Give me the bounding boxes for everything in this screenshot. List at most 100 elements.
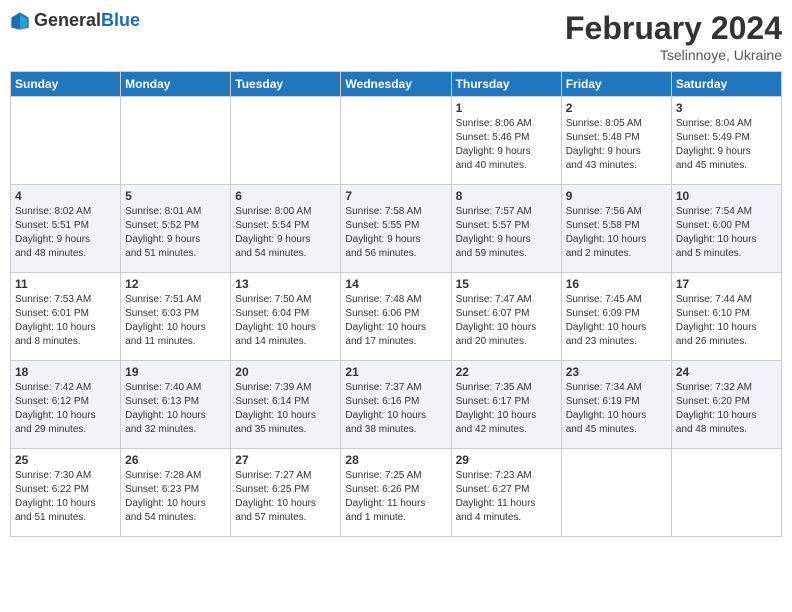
logo-blue: Blue <box>101 10 140 30</box>
header-row: Sunday Monday Tuesday Wednesday Thursday… <box>11 72 782 97</box>
week-row-1: 1 Sunrise: 8:06 AM Sunset: 5:46 PM Daylig… <box>11 97 782 185</box>
day-info: Sunrise: 8:04 AM Sunset: 5:49 PM Dayligh… <box>676 117 777 173</box>
day-number: 23 <box>566 365 667 379</box>
table-row: 8 Sunrise: 7:57 AM Sunset: 5:57 PM Daylig… <box>451 185 561 273</box>
col-saturday: Saturday <box>671 72 781 97</box>
day-number: 24 <box>676 365 777 379</box>
day-info: Sunrise: 8:06 AM Sunset: 5:46 PM Dayligh… <box>456 117 557 173</box>
logo-general: General <box>34 10 101 30</box>
day-number: 13 <box>235 277 336 291</box>
day-number: 14 <box>345 277 446 291</box>
table-row: 3 Sunrise: 8:04 AM Sunset: 5:49 PM Daylig… <box>671 97 781 185</box>
table-row <box>561 449 671 537</box>
day-info: Sunrise: 7:47 AM Sunset: 6:07 PM Dayligh… <box>456 293 557 349</box>
table-row: 29Sunrise: 7:23 AM Sunset: 6:27 PM Dayli… <box>451 449 561 537</box>
table-row: 12 Sunrise: 7:51 AM Sunset: 6:03 PM Dayli… <box>121 273 231 361</box>
table-row: 19 Sunrise: 7:40 AM Sunset: 6:13 PM Dayli… <box>121 361 231 449</box>
col-monday: Monday <box>121 72 231 97</box>
day-info: Sunrise: 8:00 AM Sunset: 5:54 PM Dayligh… <box>235 205 336 261</box>
col-friday: Friday <box>561 72 671 97</box>
day-info: Sunrise: 7:50 AM Sunset: 6:04 PM Dayligh… <box>235 293 336 349</box>
day-info: Sunrise: 7:35 AM Sunset: 6:17 PM Dayligh… <box>456 381 557 437</box>
day-number: 10 <box>676 189 777 203</box>
month-title: February 2024 <box>565 10 782 47</box>
table-row: 28 Sunrise: 7:25 AM Sunset: 6:26 PM Dayli… <box>341 449 451 537</box>
day-info: Sunrise: 7:45 AM Sunset: 6:09 PM Dayligh… <box>566 293 667 349</box>
day-info: Sunrise: 7:30 AM Sunset: 6:22 PM Dayligh… <box>15 469 116 525</box>
table-row: 11 Sunrise: 7:53 AM Sunset: 6:01 PM Dayli… <box>11 273 121 361</box>
table-row: 21Sunrise: 7:37 AM Sunset: 6:16 PM Dayli… <box>341 361 451 449</box>
day-number: 18 <box>15 365 116 379</box>
day-number: 11 <box>15 277 116 291</box>
day-number: 12 <box>125 277 226 291</box>
table-row: 17 Sunrise: 7:44 AM Sunset: 6:10 PM Dayli… <box>671 273 781 361</box>
day-number: 28 <box>345 453 446 467</box>
table-row: 22 Sunrise: 7:35 AM Sunset: 6:17 PM Dayli… <box>451 361 561 449</box>
table-row: 16 Sunrise: 7:45 AM Sunset: 6:09 PM Dayli… <box>561 273 671 361</box>
day-number: 21 <box>345 365 446 379</box>
week-row-3: 11 Sunrise: 7:53 AM Sunset: 6:01 PM Dayli… <box>11 273 782 361</box>
table-row: 2 Sunrise: 8:05 AM Sunset: 5:48 PM Daylig… <box>561 97 671 185</box>
day-number: 3 <box>676 101 777 115</box>
table-row: 15 Sunrise: 7:47 AM Sunset: 6:07 PM Dayli… <box>451 273 561 361</box>
table-row: 5Sunrise: 8:01 AM Sunset: 5:52 PM Daylig… <box>121 185 231 273</box>
day-info: Sunrise: 7:39 AM Sunset: 6:14 PM Dayligh… <box>235 381 336 437</box>
day-info: Sunrise: 7:34 AM Sunset: 6:19 PM Dayligh… <box>566 381 667 437</box>
day-number: 22 <box>456 365 557 379</box>
table-row <box>121 97 231 185</box>
col-tuesday: Tuesday <box>231 72 341 97</box>
day-number: 2 <box>566 101 667 115</box>
day-info: Sunrise: 7:44 AM Sunset: 6:10 PM Dayligh… <box>676 293 777 349</box>
table-row: 26Sunrise: 7:28 AM Sunset: 6:23 PM Dayli… <box>121 449 231 537</box>
day-info: Sunrise: 7:42 AM Sunset: 6:12 PM Dayligh… <box>15 381 116 437</box>
table-row: 13 Sunrise: 7:50 AM Sunset: 6:04 PM Dayli… <box>231 273 341 361</box>
day-number: 26 <box>125 453 226 467</box>
day-number: 9 <box>566 189 667 203</box>
day-info: Sunrise: 7:51 AM Sunset: 6:03 PM Dayligh… <box>125 293 226 349</box>
col-sunday: Sunday <box>11 72 121 97</box>
week-row-2: 4Sunrise: 8:02 AM Sunset: 5:51 PM Daylig… <box>11 185 782 273</box>
table-row: 14Sunrise: 7:48 AM Sunset: 6:06 PM Dayli… <box>341 273 451 361</box>
table-row: 10 Sunrise: 7:54 AM Sunset: 6:00 PM Dayli… <box>671 185 781 273</box>
table-row <box>11 97 121 185</box>
location-subtitle: Tselinnoye, Ukraine <box>565 47 782 63</box>
col-wednesday: Wednesday <box>341 72 451 97</box>
logo-icon <box>10 11 30 31</box>
day-number: 7 <box>345 189 446 203</box>
day-info: Sunrise: 7:25 AM Sunset: 6:26 PM Dayligh… <box>345 469 446 525</box>
col-thursday: Thursday <box>451 72 561 97</box>
calendar-body: 1 Sunrise: 8:06 AM Sunset: 5:46 PM Daylig… <box>11 97 782 537</box>
day-number: 8 <box>456 189 557 203</box>
day-number: 19 <box>125 365 226 379</box>
table-row: 25 Sunrise: 7:30 AM Sunset: 6:22 PM Dayli… <box>11 449 121 537</box>
day-info: Sunrise: 7:32 AM Sunset: 6:20 PM Dayligh… <box>676 381 777 437</box>
week-row-5: 25 Sunrise: 7:30 AM Sunset: 6:22 PM Dayli… <box>11 449 782 537</box>
day-number: 1 <box>456 101 557 115</box>
table-row: 9Sunrise: 7:56 AM Sunset: 5:58 PM Daylig… <box>561 185 671 273</box>
day-info: Sunrise: 7:40 AM Sunset: 6:13 PM Dayligh… <box>125 381 226 437</box>
table-row: 1 Sunrise: 8:06 AM Sunset: 5:46 PM Daylig… <box>451 97 561 185</box>
table-row: 20 Sunrise: 7:39 AM Sunset: 6:14 PM Dayli… <box>231 361 341 449</box>
day-number: 17 <box>676 277 777 291</box>
day-info: Sunrise: 8:05 AM Sunset: 5:48 PM Dayligh… <box>566 117 667 173</box>
table-row: 24 Sunrise: 7:32 AM Sunset: 6:20 PM Dayli… <box>671 361 781 449</box>
table-row: 18 Sunrise: 7:42 AM Sunset: 6:12 PM Dayli… <box>11 361 121 449</box>
day-number: 20 <box>235 365 336 379</box>
day-number: 15 <box>456 277 557 291</box>
table-row <box>231 97 341 185</box>
day-info: Sunrise: 7:54 AM Sunset: 6:00 PM Dayligh… <box>676 205 777 261</box>
table-row <box>671 449 781 537</box>
table-row: 7Sunrise: 7:58 AM Sunset: 5:55 PM Daylig… <box>341 185 451 273</box>
table-row: 27Sunrise: 7:27 AM Sunset: 6:25 PM Dayli… <box>231 449 341 537</box>
day-info: Sunrise: 7:53 AM Sunset: 6:01 PM Dayligh… <box>15 293 116 349</box>
day-number: 6 <box>235 189 336 203</box>
table-row: 4Sunrise: 8:02 AM Sunset: 5:51 PM Daylig… <box>11 185 121 273</box>
table-row: 23 Sunrise: 7:34 AM Sunset: 6:19 PM Dayli… <box>561 361 671 449</box>
calendar-table: Sunday Monday Tuesday Wednesday Thursday… <box>10 71 782 537</box>
day-info: Sunrise: 7:57 AM Sunset: 5:57 PM Dayligh… <box>456 205 557 261</box>
day-number: 16 <box>566 277 667 291</box>
day-number: 27 <box>235 453 336 467</box>
week-row-4: 18 Sunrise: 7:42 AM Sunset: 6:12 PM Dayli… <box>11 361 782 449</box>
day-number: 25 <box>15 453 116 467</box>
title-area: February 2024 Tselinnoye, Ukraine <box>565 10 782 63</box>
